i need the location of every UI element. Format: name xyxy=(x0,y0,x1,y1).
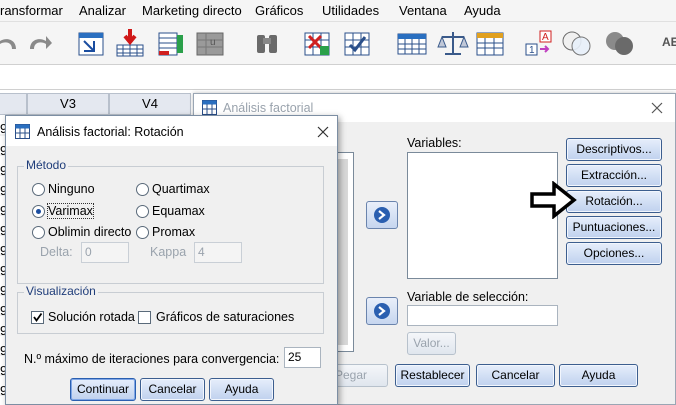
radio-promax[interactable] xyxy=(136,226,149,239)
display-group-title: Visualización xyxy=(24,284,98,298)
goto-case-icon[interactable] xyxy=(74,27,108,59)
radio-label-quartimax: Quartimax xyxy=(152,182,210,196)
cancel-button[interactable]: Cancelar xyxy=(140,378,205,401)
value-button[interactable]: Valor... xyxy=(407,332,456,355)
radio-oblimin[interactable] xyxy=(32,226,45,239)
move-to-variables-button[interactable] xyxy=(366,201,398,229)
scores-button[interactable]: Puntuaciones... xyxy=(566,216,662,239)
factor-analysis-title: Análisis factorial xyxy=(223,101,314,115)
toolbar: u A1 AE xyxy=(0,22,676,64)
selection-variable-label: Variable de selección: xyxy=(407,290,529,304)
help-button[interactable]: Ayuda xyxy=(209,378,274,401)
pointer-arrow-icon xyxy=(530,181,577,219)
close-icon[interactable] xyxy=(651,102,663,114)
max-iterations-label: N.º máximo de iteraciones para convergen… xyxy=(24,352,280,366)
cancel-button[interactable]: Cancelar xyxy=(476,364,555,387)
max-iterations-field[interactable]: 25 xyxy=(284,347,321,368)
close-icon[interactable] xyxy=(317,126,329,138)
goto-variable-icon[interactable] xyxy=(113,27,147,59)
rotated-solution-label: Solución rotada xyxy=(48,310,135,324)
run-descriptive-icon[interactable]: u xyxy=(193,27,227,59)
checkmark-icon xyxy=(33,312,43,323)
radio-ninguno[interactable] xyxy=(32,183,45,196)
source-list-scrollbar[interactable] xyxy=(338,159,348,345)
help-button[interactable]: Ayuda xyxy=(559,364,638,387)
radio-equamax[interactable] xyxy=(136,205,149,218)
menu-analizar[interactable]: Analizar xyxy=(79,3,126,18)
selection-variable-field[interactable] xyxy=(407,305,558,326)
menu-marketing-directo[interactable]: Marketing directo xyxy=(142,3,242,18)
formula-bar[interactable] xyxy=(0,64,676,90)
column-header-blank[interactable] xyxy=(0,93,27,115)
delta-label: Delta: xyxy=(40,245,73,259)
variables-icon[interactable] xyxy=(153,27,187,59)
menu-ayuda[interactable]: Ayuda xyxy=(464,3,501,18)
reset-button[interactable]: Restablecer xyxy=(395,364,470,387)
radio-label-oblimin: Oblimin directo xyxy=(48,225,132,239)
radio-label-varimax: Varimax xyxy=(47,203,94,219)
svg-text:u: u xyxy=(210,37,216,48)
rotated-solution-checkbox[interactable] xyxy=(31,311,44,324)
rotation-dialog: Análisis factorial: Rotación Método Ning… xyxy=(5,115,338,405)
find-icon[interactable] xyxy=(250,27,284,59)
continue-button[interactable]: Continuar xyxy=(70,378,136,401)
insert-cases-icon[interactable] xyxy=(300,27,334,59)
radio-quartimax[interactable] xyxy=(136,183,149,196)
move-to-selection-button[interactable] xyxy=(366,297,398,325)
menu-utilidades[interactable]: Utilidades xyxy=(322,3,379,18)
column-header-v3[interactable]: V3 xyxy=(27,93,109,115)
loading-plots-checkbox[interactable] xyxy=(138,311,151,324)
weight-cases-icon[interactable] xyxy=(436,27,470,59)
svg-text:A: A xyxy=(542,32,549,43)
descriptives-button[interactable]: Descriptivos... xyxy=(566,138,662,161)
menu-graficos[interactable]: Gráficos xyxy=(255,3,303,18)
extraction-button[interactable]: Extracción... xyxy=(566,164,662,187)
kappa-field[interactable]: 4 xyxy=(194,242,242,263)
rotation-title: Análisis factorial: Rotación xyxy=(37,125,184,139)
options-button[interactable]: Opciones... xyxy=(566,242,662,265)
radio-label-ninguno: Ninguno xyxy=(48,182,95,196)
spell-check-icon[interactable]: AE xyxy=(662,35,676,49)
radio-varimax[interactable] xyxy=(32,205,45,218)
menu-transformar[interactable]: ransformar xyxy=(0,3,63,18)
split-file-icon[interactable] xyxy=(395,27,429,59)
radio-label-promax: Promax xyxy=(152,225,196,239)
arrow-right-icon xyxy=(374,207,390,223)
insert-variable-icon[interactable] xyxy=(340,27,374,59)
rotation-button[interactable]: Rotación... xyxy=(566,190,662,213)
value-labels-icon[interactable]: A1 xyxy=(524,27,558,59)
svg-text:1: 1 xyxy=(529,45,535,56)
redo-icon[interactable] xyxy=(22,27,56,59)
select-cases-icon[interactable] xyxy=(473,27,507,59)
column-header-v4[interactable]: V4 xyxy=(109,93,191,115)
method-group-title: Método xyxy=(24,158,69,172)
loading-plots-label: Gráficos de saturaciones xyxy=(156,310,295,324)
use-sets-icon[interactable] xyxy=(560,27,594,59)
spss-app-icon xyxy=(15,124,30,139)
menu-bar: ransformar Analizar Marketing directo Gr… xyxy=(0,0,676,22)
arrow-right-icon xyxy=(374,303,390,319)
show-all-variables-icon[interactable] xyxy=(603,27,637,59)
delta-field[interactable]: 0 xyxy=(81,242,129,263)
menu-ventana[interactable]: Ventana xyxy=(399,3,447,18)
spss-app-icon xyxy=(202,100,217,115)
variables-label: Variables: xyxy=(407,136,462,150)
kappa-label: Kappa xyxy=(150,245,187,259)
radio-label-equamax: Equamax xyxy=(152,204,205,218)
rotation-titlebar[interactable]: Análisis factorial: Rotación xyxy=(6,116,337,146)
